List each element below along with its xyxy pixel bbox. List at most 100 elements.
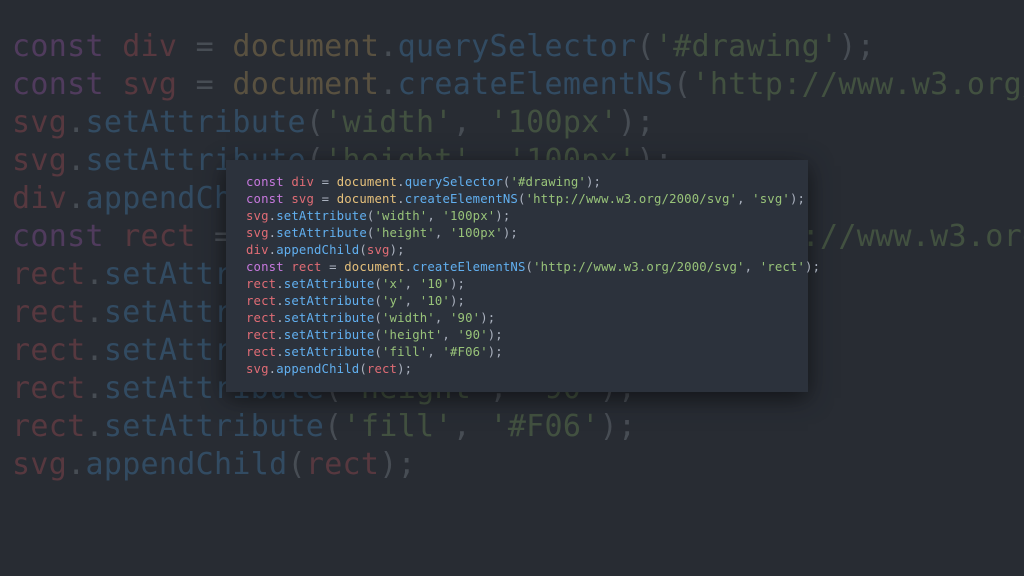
code-line: const div = document.querySelector('#dra… xyxy=(246,175,601,189)
code-token: . xyxy=(276,277,284,291)
code-token: rect xyxy=(12,295,85,330)
code-token: , xyxy=(442,328,457,342)
code-token: , xyxy=(737,192,752,206)
code-token: rect xyxy=(122,219,195,254)
code-line: svg.appendChild(rect); xyxy=(246,362,412,376)
code-token: 'rect' xyxy=(760,260,805,274)
code-token: ( xyxy=(359,243,367,257)
code-token: setAttribute xyxy=(284,294,375,308)
code-token: '#F06' xyxy=(442,345,487,359)
code-token: const xyxy=(12,29,104,64)
code-token: ); xyxy=(488,328,503,342)
code-token: , xyxy=(405,294,420,308)
code-token: 'height' xyxy=(374,226,434,240)
code-token: ); xyxy=(390,243,405,257)
code-token: '#F06' xyxy=(489,409,599,444)
code-line: const svg = document.createElementNS('ht… xyxy=(12,67,1024,102)
code-token: . xyxy=(67,105,85,140)
code-token: 'width' xyxy=(382,311,435,325)
code-token: document xyxy=(232,67,379,102)
code-token: ( xyxy=(374,277,382,291)
code-token: 'y' xyxy=(382,294,405,308)
code-token: svg xyxy=(291,192,314,206)
code-token: , xyxy=(453,409,490,444)
code-token: rect xyxy=(246,277,276,291)
code-token: appendChild xyxy=(276,243,359,257)
code-token: svg xyxy=(246,226,269,240)
code-token: '#drawing' xyxy=(510,175,586,189)
code-token: ( xyxy=(359,362,367,376)
code-token: , xyxy=(745,260,760,274)
code-token: . xyxy=(85,257,103,292)
code-token: document xyxy=(344,260,404,274)
code-token: createElementNS xyxy=(412,260,525,274)
code-line: rect.setAttribute('x', '10'); xyxy=(246,277,465,291)
code-token: svg xyxy=(12,105,67,140)
code-token: '100px' xyxy=(489,105,618,140)
code-token: ( xyxy=(374,294,382,308)
code-line: const svg = document.createElementNS('ht… xyxy=(246,192,805,206)
code-token: = xyxy=(314,192,337,206)
code-token: , xyxy=(405,277,420,291)
code-token: rect xyxy=(246,328,276,342)
code-token: . xyxy=(85,333,103,368)
code-token: 'http://www.w3.org/2000/svg' xyxy=(691,67,1024,102)
code-token: ( xyxy=(306,105,324,140)
code-token: div xyxy=(122,29,177,64)
code-token: '10' xyxy=(420,294,450,308)
code-token: ( xyxy=(374,328,382,342)
code-token: '#drawing' xyxy=(655,29,839,64)
code-line: svg.setAttribute('width', '100px'); xyxy=(12,105,655,140)
code-line: svg.setAttribute('height', '100px'); xyxy=(246,226,518,240)
code-token: createElementNS xyxy=(405,192,518,206)
code-token: = xyxy=(177,67,232,102)
code-token: ( xyxy=(673,67,691,102)
code-token: . xyxy=(276,294,284,308)
code-token: . xyxy=(276,328,284,342)
foreground-code-panel: const div = document. querySelector ( '#dra… xyxy=(226,160,808,392)
code-token: ( xyxy=(526,260,534,274)
code-token: ( xyxy=(518,192,526,206)
code-token: ); xyxy=(586,175,601,189)
code-token: ); xyxy=(450,294,465,308)
code-token: rect xyxy=(367,362,397,376)
code-token: svg xyxy=(367,243,390,257)
code-token: document xyxy=(337,175,397,189)
code-token: ); xyxy=(450,277,465,291)
code-token: . xyxy=(276,311,284,325)
code-token xyxy=(104,67,122,102)
code-token: querySelector xyxy=(398,29,637,64)
code-token: 'fill' xyxy=(343,409,453,444)
code-token: rect xyxy=(291,260,321,274)
code-token: 'width' xyxy=(374,209,427,223)
code-token: . xyxy=(85,371,103,406)
code-token: . xyxy=(67,143,85,178)
code-token: querySelector xyxy=(405,175,503,189)
code-token: = xyxy=(177,29,232,64)
code-token: . xyxy=(67,447,85,482)
code-token: rect xyxy=(12,409,85,444)
code-token: '100px' xyxy=(450,226,503,240)
code-token: = xyxy=(322,260,345,274)
code-token: ); xyxy=(805,260,820,274)
code-token: 'http://www.w3.org/2000/svg' xyxy=(533,260,745,274)
code-token: setAttribute xyxy=(85,105,305,140)
code-token: rect xyxy=(306,447,379,482)
code-token: rect xyxy=(12,371,85,406)
code-token: div xyxy=(246,243,269,257)
code-token: ); xyxy=(397,362,412,376)
code-line: const div = document.querySelector('#dra… xyxy=(12,29,875,64)
code-token: const xyxy=(246,260,284,274)
code-token: setAttribute xyxy=(276,209,367,223)
code-token: ); xyxy=(503,226,518,240)
code-token: . xyxy=(379,29,397,64)
code-token: 'svg' xyxy=(752,192,790,206)
code-token: const xyxy=(12,67,104,102)
code-line: rect.setAttribute('width', '90'); xyxy=(246,311,495,325)
code-token: ); xyxy=(838,29,875,64)
code-token: ); xyxy=(618,105,655,140)
code-line: rect.setAttribute('fill', '#F06'); xyxy=(12,409,636,444)
code-line: const rect = document.createElementNS('h… xyxy=(246,260,820,274)
code-token: '90' xyxy=(458,328,488,342)
code-token: ); xyxy=(790,192,805,206)
